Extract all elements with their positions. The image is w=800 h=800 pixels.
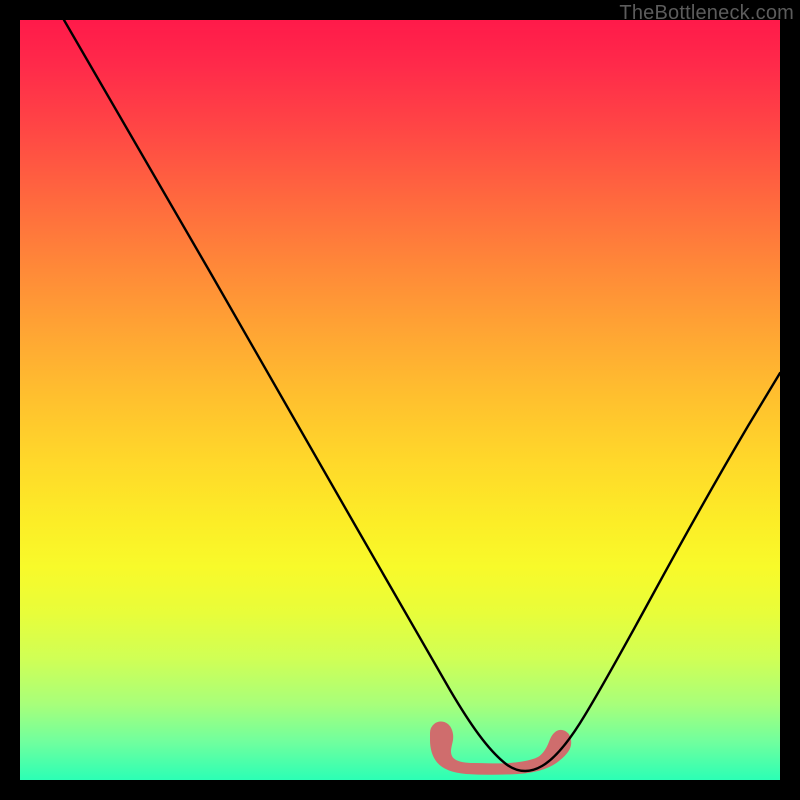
watermark-text: TheBottleneck.com — [619, 2, 794, 25]
plot-area — [20, 20, 780, 780]
bottleneck-curve — [64, 20, 780, 771]
chart-svg — [20, 20, 780, 780]
chart-frame: TheBottleneck.com — [0, 0, 800, 800]
optimal-zone-blob — [431, 723, 570, 774]
